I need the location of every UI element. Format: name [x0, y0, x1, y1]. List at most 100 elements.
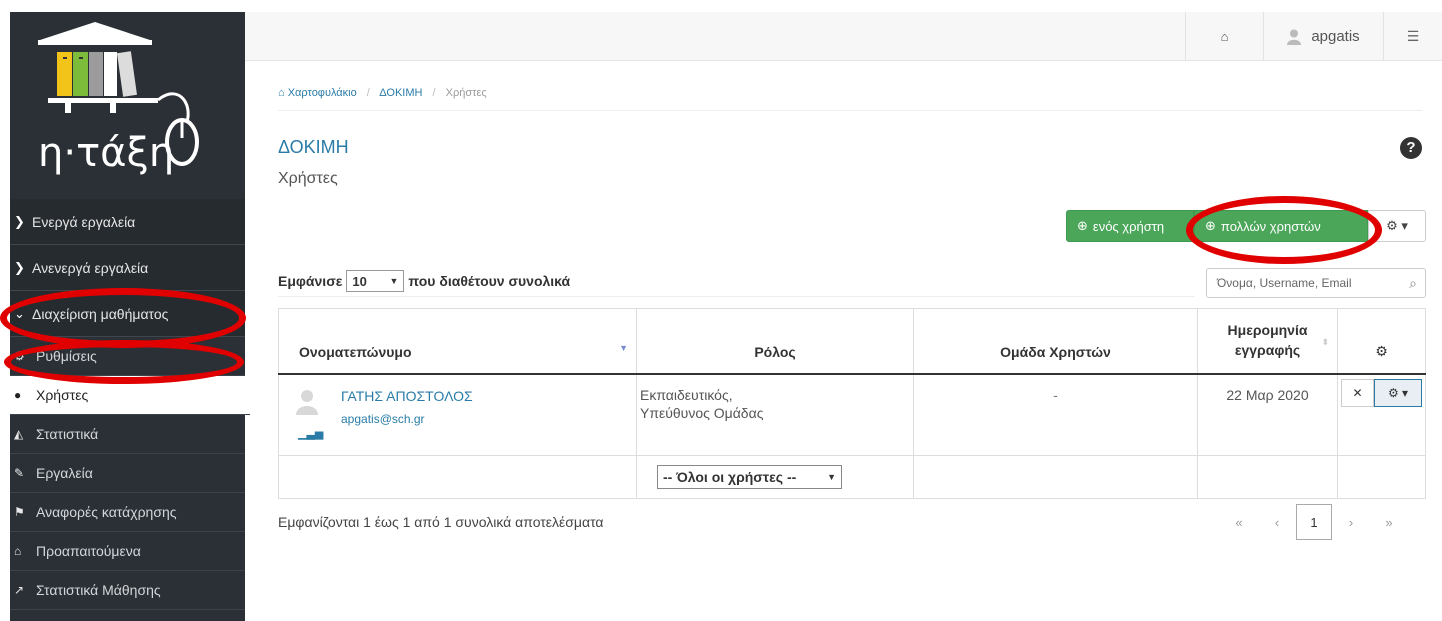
pager-last[interactable]: »	[1370, 504, 1408, 540]
breadcrumb-separator: /	[366, 87, 370, 99]
home-button[interactable]: ⌂	[1185, 12, 1263, 61]
sidebar-item-label: Εργαλεία	[36, 465, 93, 481]
show-suffix: που διαθέτουν συνολικά	[408, 273, 571, 289]
role-line: Εκπαιδευτικός,	[640, 386, 733, 403]
sidebar-item-prerequisites[interactable]: ⌂ Προαπαιτούμενα	[10, 532, 245, 571]
sidebar-group-course-admin[interactable]: ⌄ Διαχείριση μαθήματος	[10, 291, 245, 337]
plus-circle-icon: ⊕	[1077, 218, 1088, 233]
user-icon: ●	[14, 388, 22, 402]
sidebar-item-label: Στατιστικά Μάθησης	[36, 582, 161, 598]
add-one-user-label: ενός χρήστη	[1092, 218, 1165, 234]
sidebar-item-abuse-reports[interactable]: ⚑ Αναφορές κατάχρησης	[10, 493, 245, 532]
chevron-right-icon: ❯	[14, 213, 25, 229]
column-header-label: Ημερομηνία εγγραφής	[1227, 321, 1308, 358]
chevron-down-icon: ⌄	[14, 305, 25, 321]
breadcrumb-current: Χρήστες	[445, 87, 487, 99]
settings-dropdown-button[interactable]: ⚙ ▾	[1368, 210, 1426, 242]
column-header-date[interactable]: Ημερομηνία εγγραφής ⬍	[1197, 308, 1338, 375]
pager-prev[interactable]: ‹	[1258, 504, 1296, 540]
results-info: Εμφανίζονται 1 έως 1 από 1 συνολικά αποτ…	[278, 514, 604, 530]
pager-first[interactable]: «	[1220, 504, 1258, 540]
registration-date-cell: 22 Μαρ 2020	[1197, 373, 1338, 456]
group-cell: -	[913, 373, 1198, 456]
logo-text: η·τάξη	[38, 130, 175, 176]
remove-user-button[interactable]: ✕	[1341, 378, 1374, 407]
sidebar-item-tools[interactable]: ✎ Εργαλεία	[10, 454, 245, 493]
page-size-value: 10	[352, 273, 367, 289]
page-size-select[interactable]: 10 ▼	[346, 270, 405, 292]
sort-desc-icon: ▼	[619, 343, 628, 353]
university-icon: ⌂	[14, 544, 22, 558]
caret-down-icon: ▼	[389, 276, 399, 286]
column-header-label: Ομάδα Χρηστών	[1000, 343, 1111, 360]
filter-cell	[278, 455, 637, 499]
sidebar-group-inactive-tools[interactable]: ❯ Ανενεργά εργαλεία	[10, 245, 245, 291]
chevron-right-icon: ❯	[14, 259, 25, 275]
breadcrumb-home[interactable]: ⌂ Χαρτοφυλάκιο	[278, 87, 357, 99]
top-navbar: ⌂ apgatis ☰	[245, 12, 1442, 61]
column-header-group[interactable]: Ομάδα Χρηστών	[913, 308, 1198, 375]
sidebar-group-label: Ανενεργά εργαλεία	[32, 259, 149, 276]
app-logo[interactable]: η·τάξη	[10, 12, 245, 199]
search-placeholder: Όνομα, Username, Email	[1217, 276, 1352, 290]
filter-cell	[913, 455, 1198, 499]
avatar	[296, 389, 318, 415]
breadcrumb: ⌂ Χαρτοφυλάκιο / ΔΟΚΙΜΗ / Χρήστες	[278, 87, 487, 99]
cogs-icon: ⚙ ▾	[1386, 218, 1408, 233]
table-row: ΓΑΤΗΣ ΑΠΟΣΤΟΛΟΣ apgatis@sch.gr ▁▃▅ Εκπαι…	[278, 373, 1426, 456]
area-chart-icon: ◭	[14, 427, 24, 441]
user-name-link[interactable]: ΓΑΤΗΣ ΑΠΟΣΤΟΛΟΣ	[341, 388, 473, 404]
sidebar-group-active-tools[interactable]: ❯ Ενεργά εργαλεία	[10, 199, 245, 245]
sidebar-item-settings[interactable]: ⚙ Ρυθμίσεις	[10, 337, 245, 376]
divider	[278, 296, 1195, 297]
user-actions-dropdown[interactable]: ⚙ ▾	[1374, 378, 1422, 407]
column-header-role[interactable]: Ρόλος	[636, 308, 914, 375]
page-title: ΔΟΚΙΜΗ	[278, 137, 349, 157]
column-header-label: Ρόλος	[754, 343, 796, 360]
flag-icon: ⚑	[14, 505, 25, 519]
sidebar-item-learning-analytics[interactable]: ↗ Στατιστικά Μάθησης	[10, 571, 245, 610]
user-cell: ΓΑΤΗΣ ΑΠΟΣΤΟΛΟΣ apgatis@sch.gr ▁▃▅	[278, 373, 637, 456]
user-email-link[interactable]: apgatis@sch.gr	[341, 412, 425, 426]
search-icon: ⌕	[1409, 274, 1417, 291]
page-size-control: Εμφάνισε 10 ▼ που διαθέτουν συνολικά	[278, 270, 570, 292]
wrench-icon: ✎	[14, 466, 25, 480]
sliders-icon: ☰	[1406, 28, 1420, 44]
close-icon: ✕	[1352, 385, 1363, 400]
column-header-actions: ⚙	[1337, 308, 1426, 375]
column-header-name[interactable]: Ονοματεπώνυμο ▼	[278, 308, 637, 375]
table-header-row: Ονοματεπώνυμο ▼ Ρόλος Ομάδα Χρηστών Ημερ…	[278, 308, 1426, 375]
breadcrumb-course[interactable]: ΔΟΚΙΜΗ	[379, 87, 422, 99]
user-menu[interactable]: apgatis	[1263, 12, 1383, 61]
cogs-icon: ⚙	[14, 349, 25, 363]
filter-cell	[1337, 455, 1426, 499]
sort-icon: ⬍	[1321, 337, 1329, 347]
column-header-label: Ονοματεπώνυμο	[299, 343, 412, 360]
show-label: Εμφάνισε	[278, 273, 343, 289]
help-icon[interactable]: ?	[1400, 137, 1422, 159]
sidebar-group-label: Ενεργά εργαλεία	[32, 213, 136, 230]
sidebar-toggle-button[interactable]: ☰	[1383, 12, 1442, 61]
divider	[278, 110, 1422, 111]
sidebar-item-statistics[interactable]: ◭ Στατιστικά	[10, 415, 245, 454]
bar-chart-icon[interactable]: ▁▃▅	[298, 427, 323, 440]
sidebar: η·τάξη ❯ Ενεργά εργαλεία ❯ Ανενεργά εργα…	[0, 0, 250, 621]
search-input[interactable]: Όνομα, Username, Email ⌕	[1206, 268, 1426, 298]
user-filter-select[interactable]: -- Όλοι οι χρήστες -- ▼	[657, 465, 842, 489]
filter-cell: -- Όλοι οι χρήστες -- ▼	[636, 455, 914, 499]
cogs-icon: ⚙	[1375, 342, 1388, 359]
sidebar-item-users[interactable]: ● Χρήστες	[10, 376, 250, 415]
add-many-users-label: πολλών χρηστών	[1220, 218, 1321, 234]
add-many-users-button[interactable]: ⊕ πολλών χρηστών	[1194, 210, 1368, 242]
sidebar-item-label: Χρήστες	[36, 387, 89, 403]
add-one-user-button[interactable]: ⊕ ενός χρήστη	[1066, 210, 1194, 242]
breadcrumb-separator: /	[432, 87, 436, 99]
pager-page-1[interactable]: 1	[1296, 504, 1332, 540]
sidebar-item-label: Στατιστικά	[36, 426, 99, 442]
caret-down-icon: ▼	[827, 472, 836, 482]
username-label: apgatis	[1311, 28, 1360, 45]
home-icon: ⌂	[1220, 29, 1229, 44]
sidebar-menu: ❯ Ενεργά εργαλεία ❯ Ανενεργά εργαλεία ⌄ …	[10, 199, 250, 610]
table-filter-row: -- Όλοι οι χρήστες -- ▼	[278, 455, 1426, 499]
pager-next[interactable]: ›	[1332, 504, 1370, 540]
